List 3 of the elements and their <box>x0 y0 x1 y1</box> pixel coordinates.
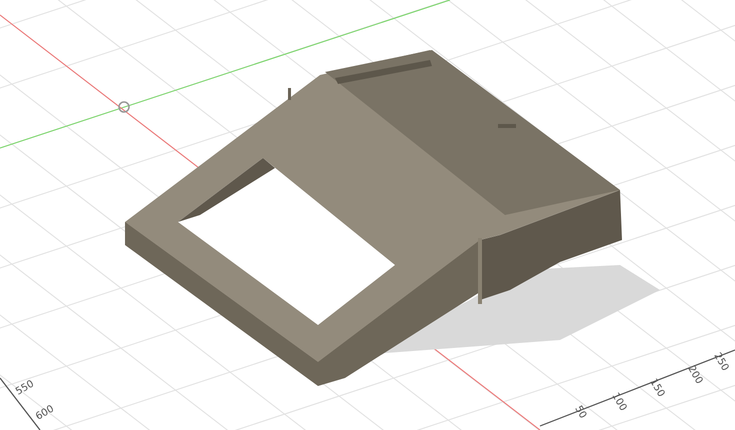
origin-icon[interactable] <box>118 101 130 113</box>
axis-tick-label: 550 <box>14 378 36 398</box>
axis-tick-label: 600 <box>34 404 56 423</box>
